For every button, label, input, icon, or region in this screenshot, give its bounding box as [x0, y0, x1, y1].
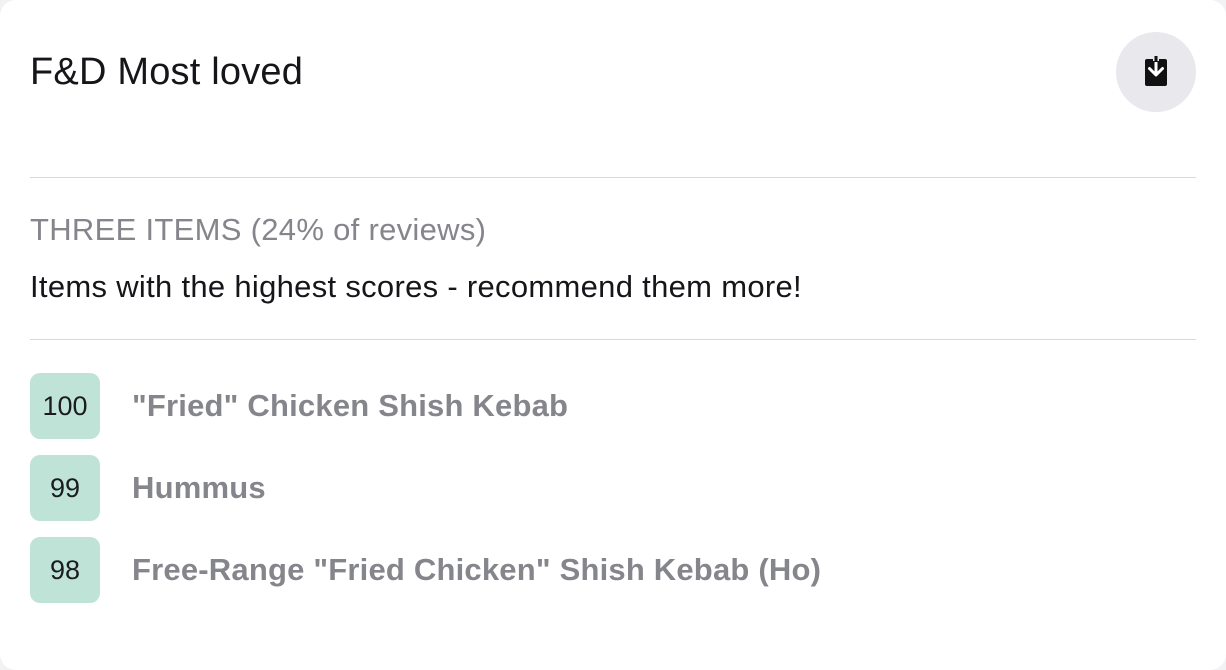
- score-badge: 99: [30, 455, 100, 521]
- list-item: 99 Hummus: [30, 455, 1196, 521]
- item-name: "Fried" Chicken Shish Kebab: [132, 388, 569, 423]
- summary-section: THREE ITEMS (24% of reviews) Items with …: [30, 178, 1196, 340]
- score-badge: 98: [30, 537, 100, 603]
- card-title: F&D Most loved: [30, 51, 304, 93]
- items-description: Items with the highest scores - recommen…: [30, 269, 802, 304]
- list-item: 98 Free-Range "Fried Chicken" Shish Keba…: [30, 537, 1196, 603]
- download-icon: [1143, 56, 1169, 88]
- item-name: Hummus: [132, 470, 266, 505]
- card-header: F&D Most loved: [30, 0, 1196, 178]
- score-badge: 100: [30, 373, 100, 439]
- list-item: 100 "Fried" Chicken Shish Kebab: [30, 373, 1196, 439]
- items-list: 100 "Fried" Chicken Shish Kebab 99 Hummu…: [30, 340, 1196, 603]
- most-loved-card: F&D Most loved THREE ITEMS (24% of revie…: [0, 0, 1226, 670]
- item-name: Free-Range "Fried Chicken" Shish Kebab (…: [132, 552, 822, 587]
- download-button[interactable]: [1116, 32, 1196, 112]
- items-count-label: THREE ITEMS (24% of reviews): [30, 212, 487, 247]
